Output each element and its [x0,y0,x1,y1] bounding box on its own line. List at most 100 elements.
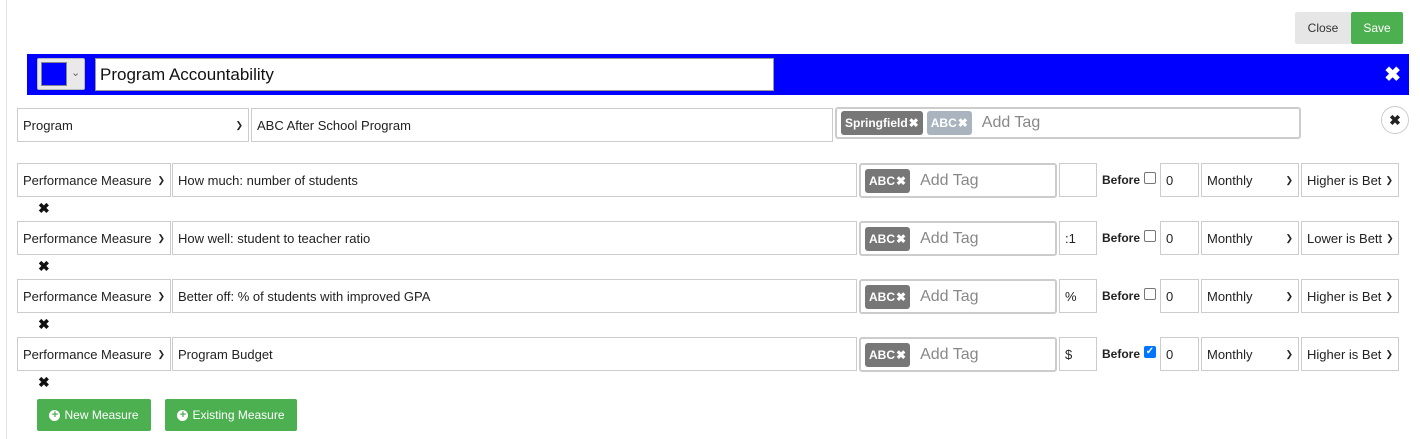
delete-measure-icon[interactable]: ✖ [38,200,50,217]
measure-decimals-field[interactable]: 0 [1160,279,1199,313]
remove-program-icon[interactable]: ✖ [1381,106,1409,134]
measure-name-value: Better off: % of students with improved … [178,288,431,304]
program-tag-input[interactable]: Springfield ✖ ABC ✖ Add Tag [835,107,1301,139]
color-picker[interactable]: ⌄ [37,58,85,90]
measure-decimals-value: 0 [1166,172,1174,188]
chevron-down-icon: ❯ [1285,290,1293,301]
measure-type-select[interactable]: Performance Measure ❯ [17,337,171,371]
new-measure-button[interactable]: + New Measure [37,399,151,431]
measure-name-value: Program Budget [178,346,273,362]
tag-chip: ABC ✖ [865,226,911,251]
measure-type-value: Performance Measure [23,346,152,362]
delete-measure-icon[interactable]: ✖ [38,374,50,391]
measure-unit-field[interactable] [1059,163,1097,197]
before-checkbox[interactable] [1144,288,1156,300]
tag-chip: ABC ✖ [865,342,911,367]
measure-decimals-value: 0 [1166,288,1174,304]
tag-label: ABC [869,289,895,304]
measure-tag-input[interactable]: ABC ✖ Add Tag [859,279,1057,314]
chevron-down-icon: ❯ [157,174,165,185]
measure-decimals-field[interactable]: 0 [1160,163,1199,197]
tag-chip: ABC ✖ [926,111,972,135]
program-type-value: Program [23,117,73,133]
close-button[interactable]: Close [1295,12,1351,44]
measure-frequency-value: Monthly [1207,346,1253,362]
measure-unit-field[interactable]: $ [1059,337,1097,371]
program-type-select[interactable]: Program ❯ [17,108,249,142]
new-measure-label: New Measure [64,408,139,422]
measure-decimals-field[interactable]: 0 [1160,337,1199,371]
measure-tag-input[interactable]: ABC ✖ Add Tag [859,337,1057,372]
measure-name-field[interactable]: Program Budget [172,337,857,371]
existing-measure-button[interactable]: + Existing Measure [165,399,297,431]
measure-name-field[interactable]: Better off: % of students with improved … [172,279,857,313]
chevron-down-icon: ❯ [1385,174,1393,185]
chevron-down-icon: ❯ [235,119,243,130]
measure-direction-value: Higher is Bet [1307,346,1382,362]
header-bar: ⌄ ✖ [27,54,1409,95]
tag-label: ABC [930,116,957,130]
remove-tag-icon[interactable]: ✖ [896,232,906,246]
add-tag-placeholder: Add Tag [920,229,979,247]
measure-frequency-value: Monthly [1207,288,1253,304]
chevron-down-icon: ❯ [157,348,165,359]
measure-decimals-field[interactable]: 0 [1160,221,1199,255]
measure-unit-field[interactable]: % [1059,279,1097,313]
remove-tag-icon[interactable]: ✖ [896,290,906,304]
plus-circle-icon: + [49,409,61,421]
existing-measure-label: Existing Measure [192,408,285,422]
remove-tag-icon[interactable]: ✖ [909,116,919,130]
measure-frequency-select[interactable]: Monthly ❯ [1201,163,1299,197]
remove-tag-icon[interactable]: ✖ [896,348,906,362]
measure-name-field[interactable]: How well: student to teacher ratio [172,221,857,255]
measure-name-value: How much: number of students [178,172,358,188]
measure-unit-value: % [1065,288,1077,304]
measure-frequency-select[interactable]: Monthly ❯ [1201,337,1299,371]
measure-direction-value: Lower is Bett [1307,230,1383,246]
remove-tag-icon[interactable]: ✖ [958,116,968,130]
before-label: Before [1102,231,1141,245]
chevron-down-icon: ❯ [1285,174,1293,185]
measure-name-value: How well: student to teacher ratio [178,230,371,246]
delete-measure-icon[interactable]: ✖ [38,258,50,275]
measure-decimals-value: 0 [1166,346,1174,362]
measure-direction-select[interactable]: Higher is Bet ❯ [1301,337,1399,371]
measure-tag-input[interactable]: ABC ✖ Add Tag [859,221,1057,256]
measure-direction-value: Higher is Bet [1307,288,1382,304]
measure-unit-value: $ [1065,346,1073,362]
tag-label: ABC [869,347,895,362]
before-checkbox[interactable]: ✓ [1144,346,1156,358]
measure-unit-field[interactable]: :1 [1059,221,1097,255]
chevron-down-icon: ❯ [1385,348,1393,359]
plus-circle-icon: + [177,409,189,421]
tag-chip: ABC ✖ [865,168,911,193]
measure-type-select[interactable]: Performance Measure ❯ [17,221,171,255]
measure-tag-input[interactable]: ABC ✖ Add Tag [859,163,1057,198]
measure-direction-select[interactable]: Higher is Bet ❯ [1301,163,1399,197]
tag-chip: Springfield ✖ [841,111,923,135]
measure-type-select[interactable]: Performance Measure ❯ [17,279,171,313]
measure-name-field[interactable]: How much: number of students [172,163,857,197]
chevron-down-icon: ❯ [1385,290,1393,301]
chevron-down-icon: ⌄ [71,67,81,79]
before-label: Before [1102,347,1141,361]
add-tag-placeholder: Add Tag [920,345,979,363]
close-icon[interactable]: ✖ [1384,65,1401,85]
before-checkbox[interactable] [1144,230,1156,242]
measure-frequency-select[interactable]: Monthly ❯ [1201,221,1299,255]
measure-frequency-select[interactable]: Monthly ❯ [1201,279,1299,313]
delete-measure-icon[interactable]: ✖ [38,316,50,333]
measure-type-value: Performance Measure [23,288,152,304]
measure-direction-select[interactable]: Higher is Bet ❯ [1301,279,1399,313]
measure-direction-select[interactable]: Lower is Bett ❯ [1301,221,1399,255]
measure-type-value: Performance Measure [23,172,152,188]
measure-direction-value: Higher is Bet [1307,172,1382,188]
program-name-value: ABC After School Program [257,117,411,133]
before-checkbox[interactable] [1144,172,1156,184]
measure-type-select[interactable]: Performance Measure ❯ [17,163,171,197]
save-button[interactable]: Save [1351,12,1403,44]
remove-tag-icon[interactable]: ✖ [896,174,906,188]
program-name-field[interactable]: ABC After School Program [251,108,833,142]
title-input[interactable] [95,58,774,91]
before-label: Before [1102,173,1141,187]
